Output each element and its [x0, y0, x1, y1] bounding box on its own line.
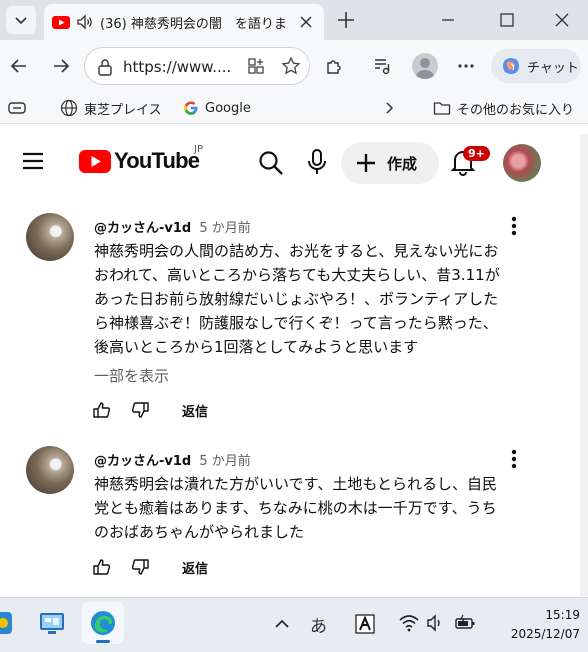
chevron-down-icon: [15, 17, 27, 25]
comment-menu-icon[interactable]: [506, 215, 522, 237]
comment-time[interactable]: 5 か月前: [199, 221, 250, 236]
commenter-avatar[interactable]: [26, 446, 74, 494]
thumbs-up-icon[interactable]: [92, 400, 112, 420]
chat-label: チャット: [527, 60, 579, 76]
folder-icon: [433, 102, 451, 115]
new-tab-icon[interactable]: [336, 10, 356, 30]
app-available-icon[interactable]: [247, 57, 265, 75]
media-control-icon[interactable]: [372, 56, 392, 76]
comment-time[interactable]: 5 か月前: [199, 454, 250, 469]
thumbs-up-icon[interactable]: [92, 557, 112, 577]
input-method-icon[interactable]: [355, 614, 375, 634]
speaker-icon[interactable]: [76, 13, 94, 31]
plus-icon: [357, 154, 375, 172]
youtube-header: YouTube JP 作成 9+: [0, 124, 588, 200]
comment-line: のおばあちゃんがやられました: [94, 523, 305, 541]
active-app-indicator: [96, 640, 110, 643]
hamburger-menu-icon[interactable]: [22, 152, 44, 170]
chevron-right-icon[interactable]: [382, 100, 396, 116]
profile-avatar[interactable]: [412, 53, 438, 79]
create-button[interactable]: 作成: [341, 142, 439, 184]
minimize-icon[interactable]: [438, 10, 458, 30]
control-panel-icon[interactable]: [38, 610, 66, 636]
comment-actions: 返信: [92, 400, 232, 424]
youtube-play-icon: [79, 149, 111, 173]
taskbar: あ 15:19 2025/12/07: [0, 597, 588, 652]
comment-header: @カッさん-v1d 5 か月前: [94, 450, 251, 469]
close-tab-icon[interactable]: [298, 14, 314, 30]
account-avatar[interactable]: [503, 144, 541, 182]
globe-icon: [60, 99, 78, 117]
comment-header: @カッさん-v1d 5 か月前: [94, 217, 251, 236]
copilot-chat-button[interactable]: チャット: [491, 49, 581, 83]
comment-text: 神慈秀明会の人間の詰め方、お光をすると、見えない光にお おわれて、高いところから…: [94, 239, 554, 359]
lock-icon[interactable]: [97, 58, 113, 76]
edge-taskbar-button[interactable]: [82, 602, 124, 644]
comment-actions: 返信: [92, 557, 232, 581]
commenter-avatar[interactable]: [26, 213, 74, 261]
comment-menu-icon[interactable]: [506, 448, 522, 470]
comment-line: 神慈秀明会は潰れた方がいいです、土地もとられるし、自民: [94, 475, 498, 493]
comment-line: あった日お前ら放射線だいじょぶやろ！、ボランティアした: [94, 290, 499, 308]
edge-browser-icon: [91, 611, 115, 635]
comment-line: 神慈秀明会の人間の詰め方、お光をすると、見えない光にお: [94, 242, 499, 260]
wifi-icon[interactable]: [398, 614, 420, 632]
more-options-icon[interactable]: [456, 56, 476, 76]
reply-button[interactable]: 返信: [182, 558, 208, 577]
sidebar-toggle-icon[interactable]: [8, 101, 26, 115]
extensions-icon[interactable]: [324, 56, 344, 76]
tab-actions-button[interactable]: [6, 6, 36, 34]
comment-author[interactable]: @カッさん-v1d: [94, 221, 191, 236]
address-toolbar: https://www.... チャット: [0, 40, 588, 92]
ime-indicator[interactable]: あ: [310, 612, 327, 637]
comment-line: おわれて、高いところから落ちても大丈夫らしい、昔3.11が: [94, 266, 500, 284]
tab-title: (36) 神慈秀明会の闇 を語りま: [100, 16, 287, 32]
clock[interactable]: 15:19 2025/12/07: [500, 606, 580, 644]
clock-date: 2025/12/07: [510, 627, 580, 641]
favorite-google[interactable]: Google: [183, 98, 251, 118]
url-text[interactable]: https://www....: [123, 58, 231, 76]
comment-line: ら神様喜ぶぞ！防護服なしで行くぞ！って言ったら黙った、: [94, 314, 498, 332]
forward-arrow-icon[interactable]: [51, 56, 71, 76]
google-icon: [184, 101, 198, 115]
browser-tab-active[interactable]: (36) 神慈秀明会の闇 を語りま: [44, 4, 324, 40]
notification-badge: 9+: [463, 146, 490, 161]
search-icon[interactable]: [258, 150, 284, 176]
thumbs-down-icon[interactable]: [130, 400, 150, 420]
comment-author[interactable]: @カッさん-v1d: [94, 454, 191, 469]
show-more-link[interactable]: 一部を表示: [94, 365, 169, 386]
other-favorites[interactable]: その他のお気に入り: [433, 98, 574, 118]
clock-time: 15:19: [545, 608, 580, 622]
close-window-icon[interactable]: [552, 10, 572, 30]
favorite-toshiba-place[interactable]: 東芝プレイス: [60, 98, 162, 118]
microphone-icon[interactable]: [306, 148, 328, 176]
address-bar[interactable]: https://www....: [84, 47, 310, 85]
copilot-icon: [503, 58, 519, 74]
tab-strip: (36) 神慈秀明会の闇 を語りま: [0, 0, 588, 40]
youtube-logo[interactable]: YouTube: [79, 148, 200, 174]
comment-text: 神慈秀明会は潰れた方がいいです、土地もとられるし、自民 党とも癒着はあります、ち…: [94, 472, 554, 544]
back-arrow-icon[interactable]: [9, 56, 29, 76]
region-code: JP: [194, 144, 203, 155]
other-favorites-label: その他のお気に入り: [457, 102, 575, 118]
battery-icon[interactable]: [454, 614, 476, 632]
comment-line: 後高いところから1回落としてみようと思います: [94, 338, 419, 356]
pinned-app-icon[interactable]: [0, 610, 14, 636]
favorites-bar: 東芝プレイス Google その他のお気に入り: [0, 92, 588, 124]
favorite-label: Google: [205, 100, 251, 116]
youtube-favicon-icon: [52, 15, 70, 29]
favorite-label: 東芝プレイス: [84, 102, 162, 118]
reply-button[interactable]: 返信: [182, 401, 208, 420]
chevron-up-icon[interactable]: [274, 618, 290, 630]
page-scrollbar[interactable]: [580, 134, 588, 596]
create-label: 作成: [387, 154, 418, 173]
comment-line: 党とも癒着はあります、ちなみに桃の木は一千万です、うち: [94, 499, 497, 517]
thumbs-down-icon[interactable]: [130, 557, 150, 577]
maximize-icon[interactable]: [497, 10, 517, 30]
volume-icon[interactable]: [426, 614, 446, 632]
youtube-logo-text: YouTube: [114, 148, 200, 173]
favorite-star-icon[interactable]: [281, 56, 301, 76]
